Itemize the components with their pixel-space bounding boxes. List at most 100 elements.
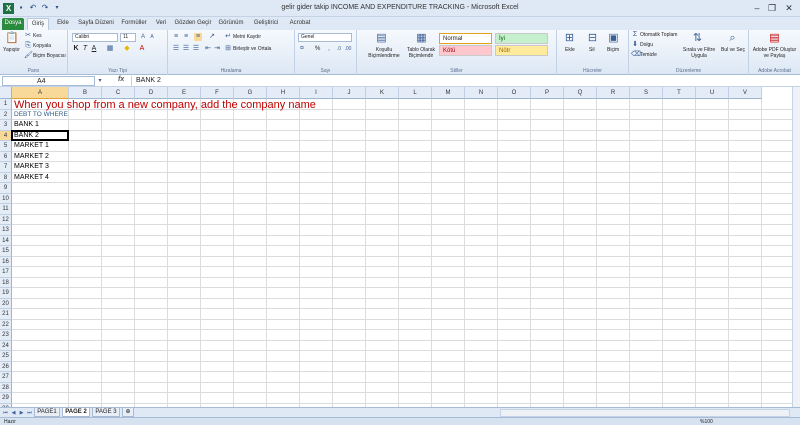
- font-size-select[interactable]: 11: [120, 33, 136, 42]
- last-sheet-icon[interactable]: ⏭: [26, 409, 33, 417]
- cut-button[interactable]: Kes: [33, 33, 42, 39]
- row-header-2[interactable]: 2: [0, 109, 12, 120]
- font-name-select[interactable]: Calibri: [72, 33, 118, 42]
- prev-sheet-icon[interactable]: ◀: [10, 409, 17, 417]
- wrap-text-icon[interactable]: ↵: [224, 33, 232, 41]
- row-header-23[interactable]: 23: [0, 330, 12, 341]
- style-neutral[interactable]: Nötr: [495, 45, 548, 56]
- row-header-18[interactable]: 18: [0, 277, 12, 288]
- cell-a2[interactable]: DEBT TO WHERE: [12, 110, 68, 121]
- column-header-o[interactable]: O: [498, 87, 531, 99]
- merge-center-icon[interactable]: ⊞: [224, 45, 232, 53]
- formula-input[interactable]: BANK 2: [131, 76, 797, 86]
- clear-button[interactable]: Temizle: [640, 52, 657, 58]
- row-header-12[interactable]: 12: [0, 214, 12, 225]
- row-header-28[interactable]: 28: [0, 382, 12, 393]
- delete-cells-button[interactable]: Sil: [589, 47, 595, 53]
- fill-icon[interactable]: ⬇: [631, 41, 639, 49]
- copy-icon[interactable]: ⎘: [24, 42, 32, 50]
- decrease-indent-icon[interactable]: ⇤: [204, 45, 212, 53]
- row-header-17[interactable]: 17: [0, 267, 12, 278]
- row-header-26[interactable]: 26: [0, 361, 12, 372]
- orientation-icon[interactable]: ↗: [208, 33, 216, 41]
- column-header-k[interactable]: K: [366, 87, 399, 99]
- align-top-icon[interactable]: ≡: [172, 33, 180, 41]
- name-box[interactable]: A4: [2, 76, 95, 86]
- align-center-icon[interactable]: ☰: [182, 45, 190, 53]
- bold-icon[interactable]: K: [72, 45, 80, 53]
- worksheet-grid[interactable]: A B C D E F G H I J K L M N O P Q R S T U V 1 2 3 4 5 6 7 8 9 10 11 12 13 1…: [0, 87, 792, 407]
- insert-cells-button[interactable]: Ekle: [565, 47, 575, 53]
- column-header-c[interactable]: C: [102, 87, 135, 99]
- decrease-decimal-icon[interactable]: .00: [344, 45, 352, 53]
- column-header-n[interactable]: N: [465, 87, 498, 99]
- tab-page-layout[interactable]: Sayfa Düzeni: [76, 18, 116, 30]
- borders-icon[interactable]: ▦: [106, 45, 114, 53]
- style-bad[interactable]: Kötü: [439, 45, 492, 56]
- next-sheet-icon[interactable]: ▶: [18, 409, 25, 417]
- column-header-g[interactable]: G: [234, 87, 267, 99]
- column-header-a[interactable]: A: [12, 87, 69, 99]
- font-color-icon[interactable]: A: [138, 45, 146, 53]
- cut-icon[interactable]: ✂: [24, 32, 32, 40]
- copy-button[interactable]: Kopyala: [33, 43, 51, 49]
- column-header-t[interactable]: T: [663, 87, 696, 99]
- style-good[interactable]: İyi: [495, 33, 548, 44]
- column-header-p[interactable]: P: [531, 87, 564, 99]
- sheet-tab-page2[interactable]: PAGE 2: [62, 408, 90, 417]
- find-select-icon[interactable]: ⌕: [726, 32, 739, 45]
- align-bottom-icon[interactable]: ≡: [194, 33, 202, 41]
- fill-button[interactable]: Dolgu: [640, 42, 653, 48]
- row-header-9[interactable]: 9: [0, 183, 12, 194]
- column-header-d[interactable]: D: [135, 87, 168, 99]
- row-header-25[interactable]: 25: [0, 351, 12, 362]
- row-header-1[interactable]: 1: [0, 99, 12, 110]
- format-as-table-icon[interactable]: ▦: [415, 32, 428, 45]
- comma-style-icon[interactable]: ,: [325, 45, 333, 53]
- row-header-27[interactable]: 27: [0, 372, 12, 383]
- row-header-24[interactable]: 24: [0, 340, 12, 351]
- style-normal[interactable]: Normal: [439, 33, 492, 44]
- row-header-29[interactable]: 29: [0, 393, 12, 404]
- close-button[interactable]: ✕: [782, 2, 796, 14]
- create-pdf-button[interactable]: Adobe PDF Oluştur ve Paylaş: [750, 47, 799, 59]
- vertical-scrollbar[interactable]: [792, 87, 800, 407]
- clear-icon[interactable]: ⌫: [631, 51, 641, 59]
- new-sheet-icon[interactable]: ⊕: [122, 408, 134, 417]
- insert-cells-icon[interactable]: ⊞: [563, 32, 576, 45]
- column-header-h[interactable]: H: [267, 87, 300, 99]
- row-header-22[interactable]: 22: [0, 319, 12, 330]
- tab-file[interactable]: Dosya: [2, 18, 24, 30]
- column-header-u[interactable]: U: [696, 87, 729, 99]
- column-header-b[interactable]: B: [69, 87, 102, 99]
- grow-font-icon[interactable]: A: [139, 33, 147, 41]
- column-header-m[interactable]: M: [432, 87, 465, 99]
- tab-home[interactable]: Giriş: [27, 18, 49, 30]
- row-header-20[interactable]: 20: [0, 298, 12, 309]
- merge-center-button[interactable]: Birleştir ve Ortala: [233, 46, 271, 52]
- sort-filter-button[interactable]: Sırala ve Filtre Uygula: [679, 47, 719, 59]
- wrap-text-button[interactable]: Metni Kaydır: [233, 34, 261, 40]
- align-right-icon[interactable]: ☰: [192, 45, 200, 53]
- adobe-pdf-icon[interactable]: ▤: [768, 32, 781, 45]
- tab-data[interactable]: Veri: [152, 18, 170, 30]
- tab-developer[interactable]: Geliştirici: [249, 18, 283, 30]
- row-header-21[interactable]: 21: [0, 309, 12, 320]
- percent-button[interactable]: %: [315, 46, 320, 52]
- row-header-11[interactable]: 11: [0, 204, 12, 215]
- minimize-button[interactable]: –: [750, 2, 764, 14]
- tab-view[interactable]: Görünüm: [216, 18, 246, 30]
- autosum-icon[interactable]: Σ: [631, 31, 639, 39]
- row-header-13[interactable]: 13: [0, 225, 12, 236]
- format-as-table-button[interactable]: Tablo Olarak Biçimlendir: [401, 47, 441, 59]
- column-header-j[interactable]: J: [333, 87, 366, 99]
- shrink-font-icon[interactable]: A: [148, 33, 156, 41]
- cell-a7[interactable]: MARKET 3: [12, 162, 49, 173]
- cell-a8[interactable]: MARKET 4: [12, 173, 49, 184]
- column-header-e[interactable]: E: [168, 87, 201, 99]
- format-painter-icon[interactable]: 🖌: [24, 52, 33, 60]
- horizontal-scrollbar[interactable]: [500, 409, 790, 417]
- sort-filter-icon[interactable]: ⇅: [691, 32, 704, 45]
- delete-cells-icon[interactable]: ⊟: [586, 32, 599, 45]
- column-header-r[interactable]: R: [597, 87, 630, 99]
